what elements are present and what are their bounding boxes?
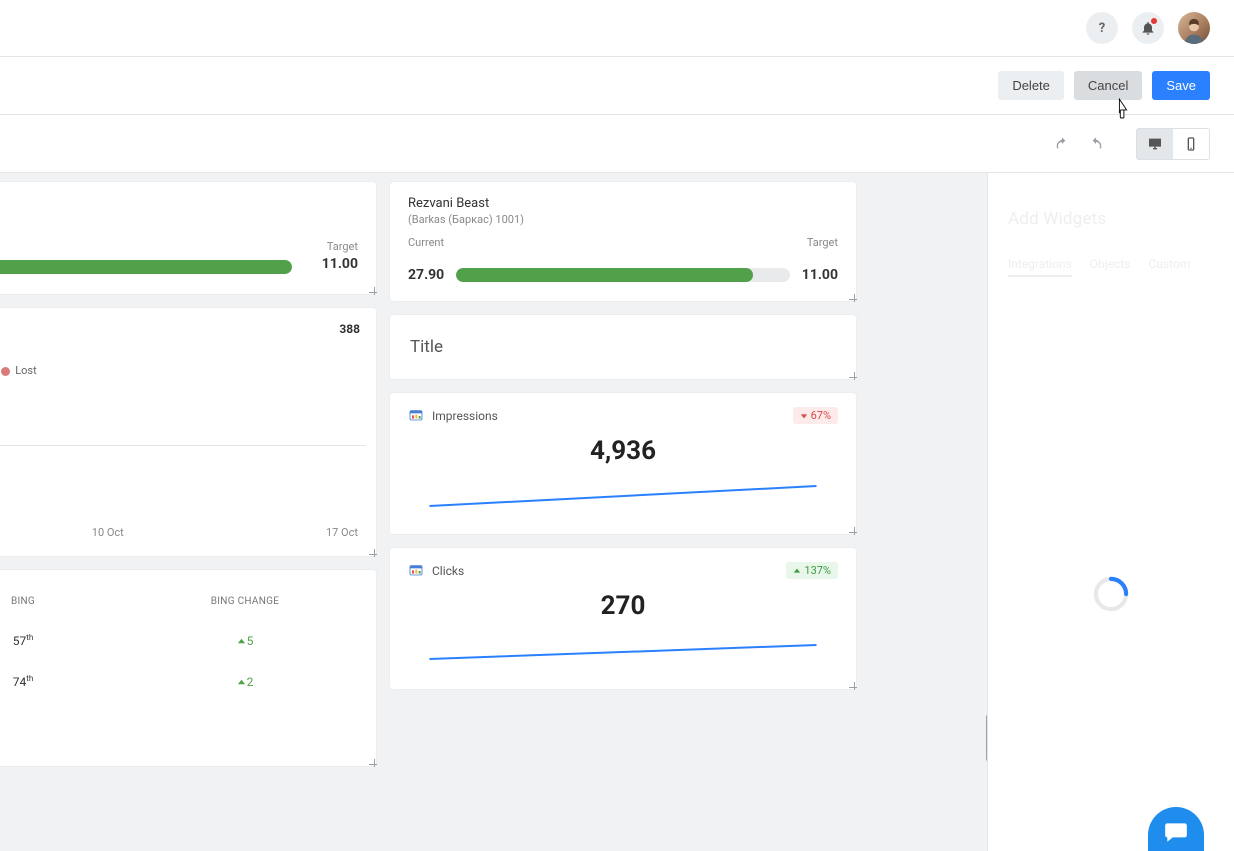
gauge-current-label: Current: [408, 236, 444, 249]
th-bing-change: BING CHANGE: [134, 596, 356, 607]
impressions-sparkline: [408, 480, 838, 514]
tab-integrations[interactable]: Integrations: [1008, 257, 1072, 277]
clicks-change-badge: 137%: [786, 562, 838, 579]
editor-toolbar: [0, 115, 1234, 173]
help-glyph: ?: [1099, 21, 1105, 36]
add-widgets-tabs: Integrations Objects Custom: [1008, 257, 1214, 277]
chat-icon: [1163, 819, 1189, 845]
legend-lost-label: Lost: [15, 364, 36, 377]
bing-change: 5: [134, 634, 356, 648]
desktop-icon: [1147, 136, 1163, 152]
cancel-button[interactable]: Cancel: [1074, 71, 1142, 100]
avatar[interactable]: [1178, 12, 1210, 44]
desktop-view-button[interactable]: [1137, 129, 1173, 159]
chart-midline: [0, 445, 366, 446]
resize-handle-icon[interactable]: [367, 757, 377, 767]
progress-bar: [0, 260, 292, 274]
table-header: OOGLE GOOGLE CHANGE BING BING CHANGE: [0, 596, 356, 607]
gauge-subtitle: (Barkas (Баркас) 1001): [408, 213, 838, 226]
resize-handle-icon[interactable]: [847, 525, 857, 535]
undo-icon[interactable]: [1054, 136, 1070, 152]
right-column: Rezvani Beast (Barkas (Баркас) 1001) Cur…: [390, 182, 856, 703]
clicks-sparkline: [408, 635, 838, 669]
mobile-icon: [1183, 136, 1199, 152]
legend-dot-lost-icon: [1, 367, 10, 376]
avatar-person-icon: [1180, 16, 1208, 44]
resize-handle-icon[interactable]: [847, 680, 857, 690]
mobile-view-button[interactable]: [1173, 129, 1209, 159]
impressions-change-value: 67%: [811, 409, 831, 422]
resize-handle-icon[interactable]: [847, 292, 857, 302]
impressions-change-badge: 67%: [793, 407, 838, 424]
loading-spinner-icon: [1090, 573, 1132, 615]
gauge-left-target-value: 11.00: [322, 256, 358, 272]
table-row[interactable]: 91st857th5: [0, 633, 356, 648]
rankings-table-widget[interactable]: OOGLE GOOGLE CHANGE BING BING CHANGE 91s…: [0, 570, 376, 766]
redo-icon[interactable]: [1088, 136, 1104, 152]
gauge-target-label: Target: [807, 236, 838, 249]
links-x-axis: 26 Sep 3 Oct 10 Oct 17 Oct: [0, 526, 366, 539]
help-icon[interactable]: ?: [1086, 12, 1118, 44]
links-legend: New Lost: [0, 364, 366, 377]
resize-handle-icon[interactable]: [367, 547, 377, 557]
gauge-widget-left[interactable]: I) Target 11.00: [0, 182, 376, 294]
table-row[interactable]: 23rd1874th2: [0, 674, 356, 689]
resize-handle-icon[interactable]: [367, 285, 377, 295]
dashboard-canvas[interactable]: I) Target 11.00 Links 388 New Lost: [0, 173, 987, 851]
notification-dot-icon: [1151, 18, 1157, 24]
x-tick: 17 Oct: [326, 526, 358, 539]
title-widget-text: Title: [410, 337, 443, 357]
add-widgets-title: Add Widgets: [1008, 209, 1214, 229]
delete-button[interactable]: Delete: [998, 71, 1064, 100]
tab-objects[interactable]: Objects: [1090, 257, 1131, 277]
links-bars-area: [0, 385, 366, 520]
device-toggle: [1136, 128, 1210, 160]
notifications-icon[interactable]: [1132, 12, 1164, 44]
impressions-value: 4,936: [408, 436, 838, 466]
google-search-console-icon: [408, 563, 424, 579]
th-bing: BING: [0, 596, 134, 607]
clicks-value: 270: [408, 591, 838, 621]
impressions-widget[interactable]: Impressions 67% 4,936: [390, 393, 856, 534]
add-widgets-panel: Add Widgets Integrations Objects Custom: [987, 173, 1234, 851]
bing-rank: 74th: [0, 674, 134, 689]
google-search-console-icon: [408, 408, 424, 424]
gauge-left-target-label: Target: [327, 240, 358, 253]
action-bar: Delete Cancel Save: [0, 57, 1234, 115]
bing-rank: 57th: [0, 633, 134, 648]
resize-handle-icon[interactable]: [847, 370, 857, 380]
links-chart-widget[interactable]: Links 388 New Lost 26 Sep 3 Oct 10 Oct 1…: [0, 308, 376, 556]
top-header: ?: [0, 0, 1234, 57]
clicks-label: Clicks: [432, 564, 464, 578]
triangle-down-icon: [800, 412, 808, 420]
clicks-change-value: 137%: [804, 564, 831, 577]
gauge-current-value: 27.90: [408, 267, 444, 283]
save-button[interactable]: Save: [1152, 71, 1210, 100]
left-column: I) Target 11.00 Links 388 New Lost: [0, 182, 376, 780]
editor-body: I) Target 11.00 Links 388 New Lost: [0, 173, 1234, 851]
links-total: 388: [339, 322, 360, 336]
undo-redo-group: [1054, 136, 1104, 152]
gauge-title: Rezvani Beast: [408, 196, 838, 211]
bing-change: 2: [134, 675, 356, 689]
x-tick: 10 Oct: [92, 526, 124, 539]
clicks-widget[interactable]: Clicks 137% 270: [390, 548, 856, 689]
triangle-up-icon: [793, 567, 801, 575]
progress-bar: [456, 268, 790, 282]
gauge-target-value: 11.00: [802, 267, 838, 283]
title-widget[interactable]: Title: [390, 315, 856, 379]
gauge-widget-right[interactable]: Rezvani Beast (Barkas (Баркас) 1001) Cur…: [390, 182, 856, 301]
tab-custom[interactable]: Custom: [1148, 257, 1190, 277]
impressions-label: Impressions: [432, 409, 498, 423]
